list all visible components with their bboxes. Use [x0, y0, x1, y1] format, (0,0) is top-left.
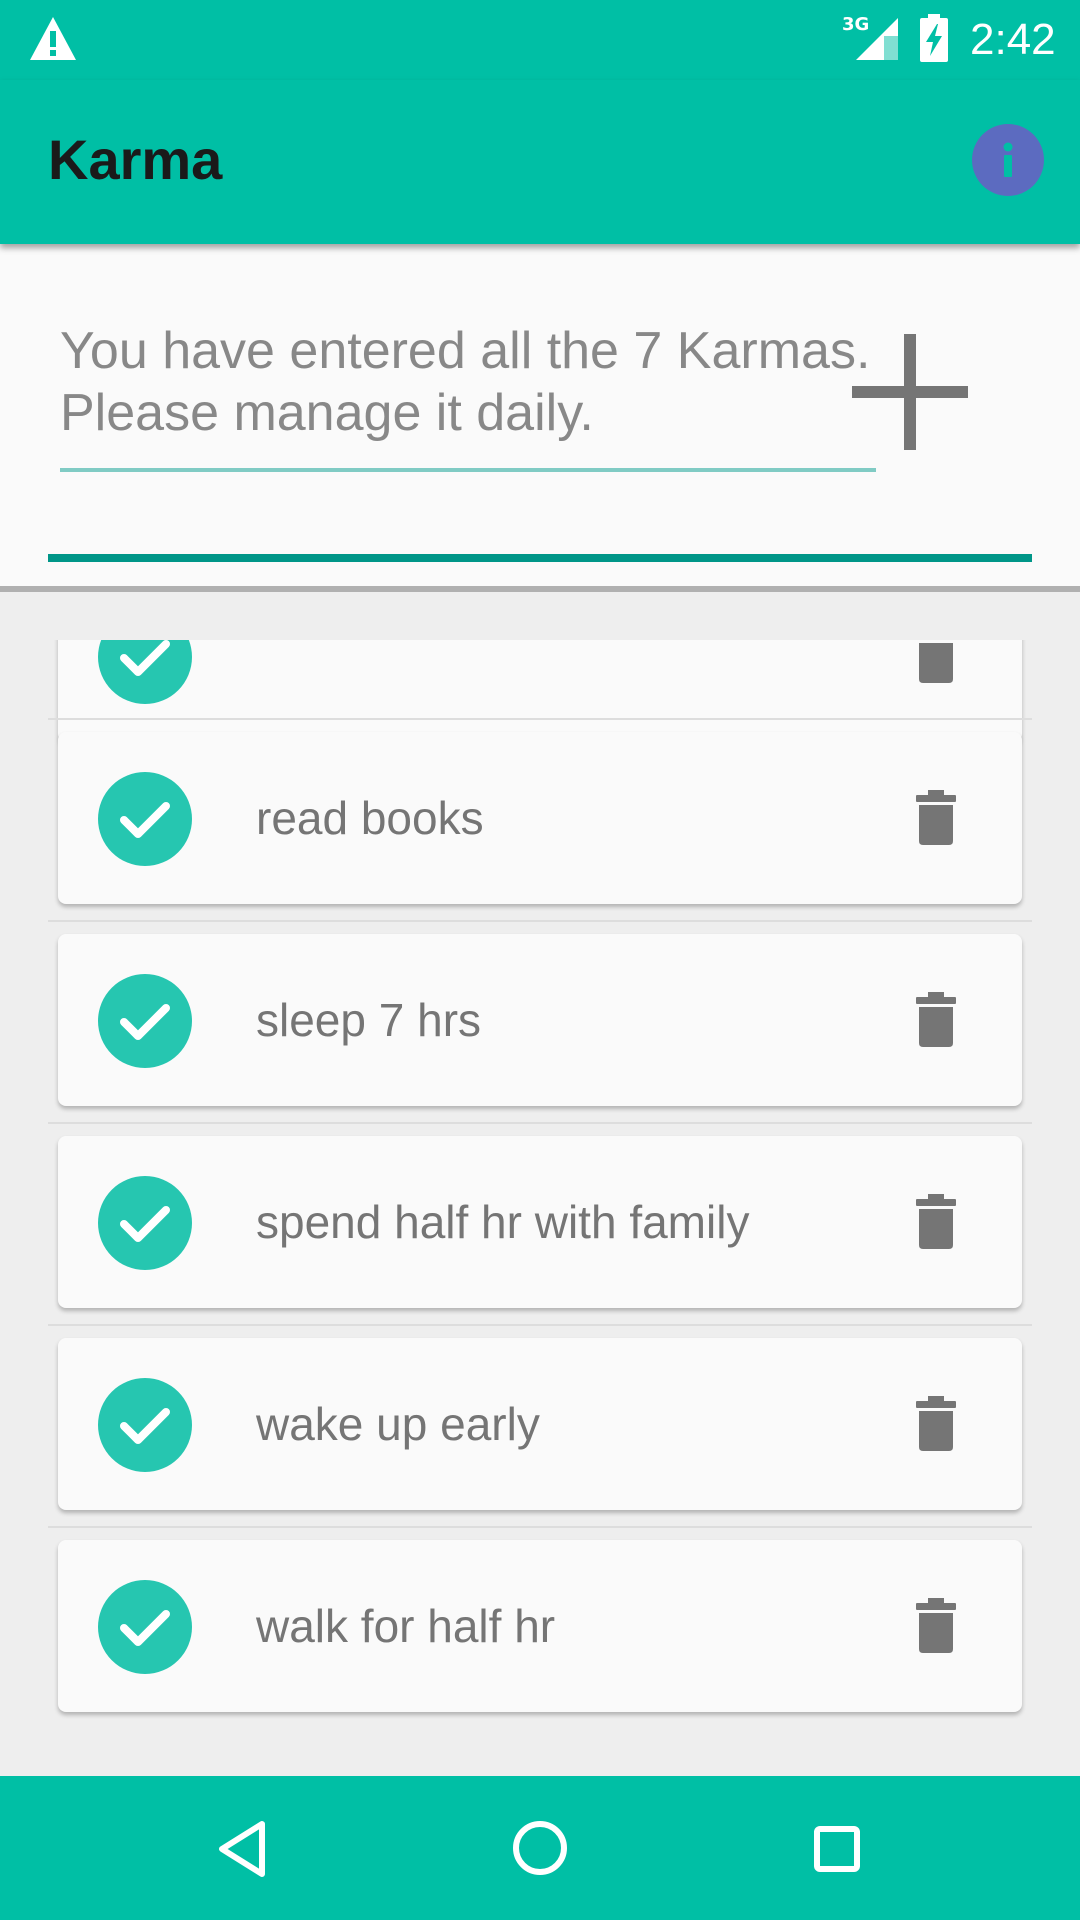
- delete-icon[interactable]: [912, 790, 960, 846]
- clock: 2:42: [970, 15, 1056, 64]
- delete-icon[interactable]: [912, 1194, 960, 1250]
- info-button[interactable]: [972, 124, 1044, 196]
- karma-label: sleep 7 hrs: [256, 994, 482, 1046]
- check-icon: [120, 1004, 170, 1040]
- karma-card[interactable]: read books: [58, 732, 1022, 904]
- info-icon: [1003, 142, 1013, 177]
- check-icon: [120, 1610, 170, 1646]
- karma-label: read books: [256, 792, 484, 844]
- check-button[interactable]: [98, 772, 192, 866]
- check-icon: [120, 640, 170, 676]
- card-divider: [48, 718, 1032, 720]
- delete-icon[interactable]: [912, 1598, 960, 1654]
- check-icon: [120, 1206, 170, 1242]
- card-divider: [48, 1122, 1032, 1124]
- delete-icon[interactable]: [912, 640, 960, 684]
- check-icon: [120, 802, 170, 838]
- warning-icon: [30, 17, 76, 60]
- karma-label: spend half hr with family: [256, 1196, 750, 1248]
- check-button[interactable]: [98, 1580, 192, 1674]
- karma-label: walk for half hr: [256, 1600, 556, 1652]
- check-button[interactable]: [98, 640, 192, 704]
- check-icon: [120, 1408, 170, 1444]
- karma-card[interactable]: [58, 640, 1022, 742]
- progress-bar: [48, 554, 1032, 562]
- delete-icon[interactable]: [912, 992, 960, 1048]
- card-divider: [48, 1526, 1032, 1528]
- karma-card[interactable]: spend half hr with family: [58, 1136, 1022, 1308]
- battery-charging-icon: [920, 14, 948, 62]
- karma-label: wake up early: [256, 1398, 540, 1450]
- app-title: Karma: [48, 128, 223, 191]
- signal-icon: [856, 18, 898, 60]
- recents-icon[interactable]: [802, 1814, 872, 1884]
- karma-list[interactable]: read books sleep 7 hrs spend half hr wit…: [0, 640, 1080, 1776]
- karma-card[interactable]: walk for half hr: [58, 1540, 1022, 1712]
- karma-input-field[interactable]: You have entered all the 7 Karmas. Pleas…: [60, 320, 876, 444]
- app-bar: Karma: [0, 80, 1080, 244]
- karma-input-panel: You have entered all the 7 Karmas. Pleas…: [0, 244, 1080, 592]
- back-icon[interactable]: [208, 1814, 278, 1884]
- card-divider: [48, 920, 1032, 922]
- karma-card[interactable]: wake up early: [58, 1338, 1022, 1510]
- plus-icon: [852, 334, 968, 450]
- check-button[interactable]: [98, 1176, 192, 1270]
- card-divider: [48, 1324, 1032, 1326]
- delete-icon[interactable]: [912, 1396, 960, 1452]
- input-underline: [60, 468, 876, 472]
- check-button[interactable]: [98, 974, 192, 1068]
- home-icon[interactable]: [504, 1812, 576, 1884]
- check-button[interactable]: [98, 1378, 192, 1472]
- karma-card[interactable]: sleep 7 hrs: [58, 934, 1022, 1106]
- add-karma-button[interactable]: [852, 334, 968, 450]
- navigation-bar: [0, 1776, 1080, 1920]
- status-bar: 3G 2:42: [0, 0, 1080, 80]
